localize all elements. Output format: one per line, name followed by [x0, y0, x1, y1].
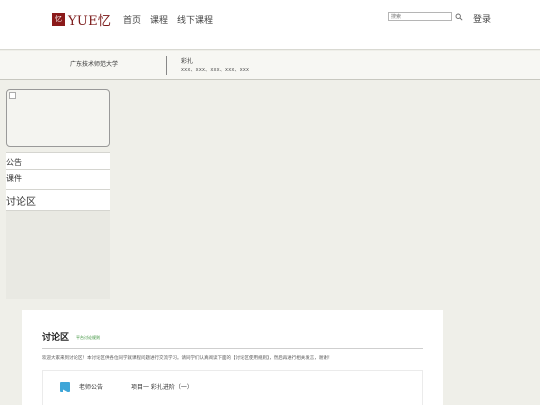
- course-info-bar: 广东技术师范大学 彩扎 xxx、xxx、xxx、xxx、xxx: [0, 51, 540, 80]
- search-input[interactable]: [388, 12, 452, 21]
- info-divider: [166, 56, 167, 75]
- sidebar-blank-area: [6, 211, 110, 299]
- nav-courses[interactable]: 课程: [150, 13, 168, 26]
- main-nav: 首页 课程 线下课程: [123, 13, 213, 26]
- sidebar-menu: 公告 课件 讨论区: [6, 152, 110, 211]
- sidebar: 公告 课件 讨论区: [6, 89, 110, 299]
- post-title[interactable]: 项目一 彩扎进阶（一）: [131, 382, 193, 391]
- search-box: [388, 12, 464, 21]
- course-teachers: xxx、xxx、xxx、xxx、xxx: [181, 67, 250, 73]
- login-link[interactable]: 登录: [473, 12, 491, 25]
- search-icon[interactable]: [454, 12, 464, 21]
- broken-image-icon: [9, 92, 16, 99]
- announcement-icon: [60, 382, 70, 395]
- title-divider: [42, 348, 423, 349]
- nav-offline-courses[interactable]: 线下课程: [177, 13, 213, 26]
- course-title: 彩扎: [181, 58, 194, 65]
- logo-text: YUE忆: [68, 14, 112, 29]
- logo-mark-icon: 忆: [52, 13, 65, 26]
- sidebar-item-announcements[interactable]: 公告: [6, 152, 110, 169]
- discussion-notice: 欢迎大家来到讨论区！本讨论区供各位同学就课程问题进行交流学习。请同学们认真阅读下…: [42, 356, 333, 361]
- sidebar-item-discussion[interactable]: 讨论区: [6, 189, 110, 211]
- school-name: 广东技术师范大学: [70, 61, 119, 68]
- logo[interactable]: 忆 YUE忆: [52, 10, 111, 29]
- top-header: 忆 YUE忆 首页 课程 线下课程 登录: [0, 0, 540, 50]
- course-cover-image: [6, 89, 110, 147]
- list-item[interactable]: 老师公告 项目一 彩扎进阶（一）: [42, 370, 423, 405]
- discussion-title: 讨论区: [42, 333, 70, 343]
- rules-link[interactable]: 平台讨论规则: [76, 335, 100, 341]
- sidebar-item-courseware[interactable]: 课件: [6, 169, 110, 189]
- discussion-panel: 讨论区 平台讨论规则 欢迎大家来到讨论区！本讨论区供各位同学就课程问题进行交流学…: [22, 310, 443, 405]
- nav-home[interactable]: 首页: [123, 13, 141, 26]
- post-type: 老师公告: [79, 384, 104, 391]
